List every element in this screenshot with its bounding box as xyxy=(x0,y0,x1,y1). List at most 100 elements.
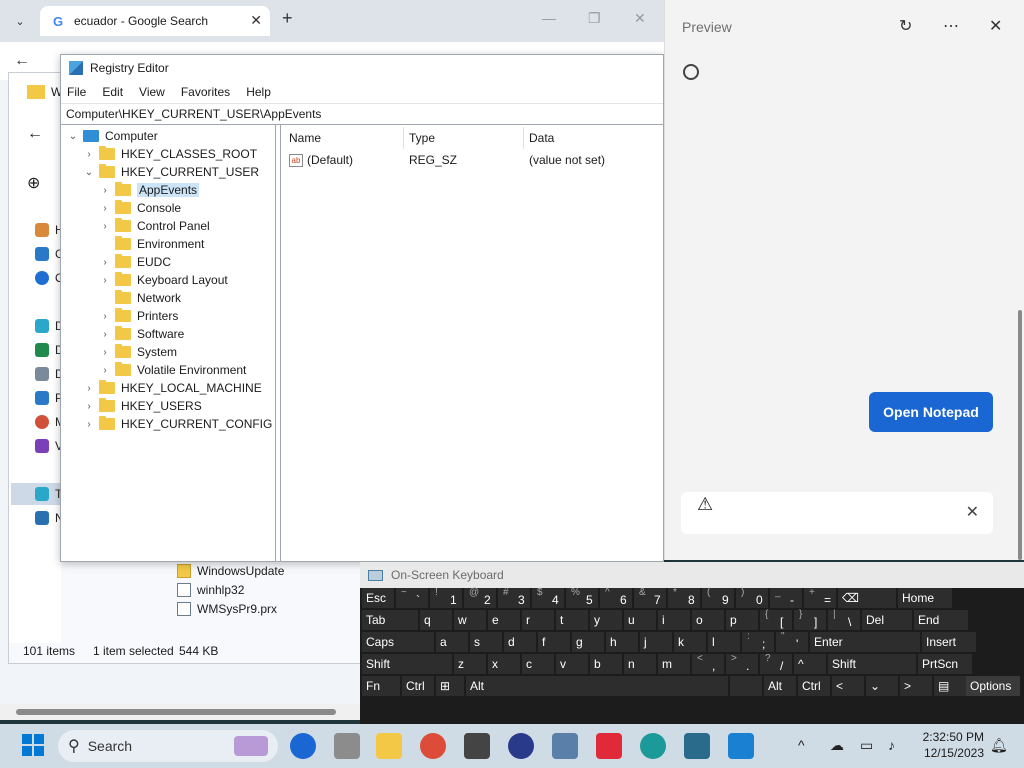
key-0-12[interactable]: _ - xyxy=(770,587,802,608)
table-row[interactable]: ab (Default) xyxy=(289,153,353,167)
tab-search-chevron-icon[interactable]: ⌄ xyxy=(8,10,32,32)
title-bar[interactable]: Registry Editor xyxy=(61,55,663,81)
key-4-7[interactable]: < xyxy=(832,676,864,696)
key-1-4[interactable]: r xyxy=(522,610,554,630)
yandex-icon[interactable] xyxy=(596,733,622,759)
key-0-5[interactable]: $4 xyxy=(532,587,564,608)
horizontal-scrollbar[interactable] xyxy=(0,704,360,720)
windows-start-icon[interactable] xyxy=(22,734,44,756)
key-2-2[interactable]: s xyxy=(470,632,502,652)
cloud-icon[interactable]: ☁ xyxy=(830,737,844,754)
list-item[interactable]: WMSysPr9.prx xyxy=(177,599,377,618)
key-4-1[interactable]: Ctrl xyxy=(402,676,434,696)
menu-favorites[interactable]: Favorites xyxy=(181,85,230,99)
key-3-1[interactable]: z xyxy=(454,654,486,674)
chevron-right-icon[interactable]: › xyxy=(83,383,95,394)
key-1-12[interactable]: }] xyxy=(794,609,826,630)
column-header-type[interactable]: Type xyxy=(409,131,435,145)
address-bar[interactable]: Computer\HKEY_CURRENT_USER\AppEvents xyxy=(61,103,663,125)
osk-title-bar[interactable]: On-Screen Keyboard xyxy=(360,562,1024,588)
key-4-6[interactable]: Ctrl xyxy=(798,676,830,696)
key-0-9[interactable]: * 8 xyxy=(668,587,700,608)
tree-item-environment[interactable]: Environment xyxy=(99,235,204,253)
key-1-6[interactable]: y xyxy=(590,610,622,630)
edge-icon[interactable] xyxy=(640,733,666,759)
key-1-8[interactable]: i xyxy=(658,610,690,630)
tree-item-hklm[interactable]: › HKEY_LOCAL_MACHINE xyxy=(83,379,262,397)
chevron-right-icon[interactable]: › xyxy=(99,185,111,196)
key-2-8[interactable]: k xyxy=(674,632,706,652)
key-1-10[interactable]: p xyxy=(726,610,758,630)
chevron-right-icon[interactable]: › xyxy=(99,221,111,232)
chevron-right-icon[interactable]: › xyxy=(83,401,95,412)
key-2-0[interactable]: Caps xyxy=(362,632,434,652)
key-3-2[interactable]: x xyxy=(488,654,520,674)
key-1-14[interactable]: Del xyxy=(862,610,912,630)
key-0-14[interactable]: ⌫ xyxy=(838,588,896,608)
minimize-icon[interactable]: — xyxy=(542,10,556,26)
close-tab-icon[interactable]: ✕ xyxy=(250,12,262,29)
key-3-7[interactable]: m xyxy=(658,654,690,674)
scrollbar-thumb[interactable] xyxy=(1018,310,1022,560)
tree-item-hkcu[interactable]: ⌄ HKEY_CURRENT_USER xyxy=(83,163,259,181)
tree-item-appevents[interactable]: › AppEvents xyxy=(99,181,200,199)
chevron-right-icon[interactable]: › xyxy=(99,275,111,286)
key-3-6[interactable]: n xyxy=(624,654,656,674)
key-3-0[interactable]: Shift xyxy=(362,654,452,674)
volume-icon[interactable]: ♪ xyxy=(888,737,895,753)
key-2-7[interactable]: j xyxy=(640,632,672,652)
column-divider[interactable] xyxy=(523,127,524,149)
display-icon[interactable]: ▭ xyxy=(860,737,873,754)
list-item[interactable]: winhlp32 xyxy=(177,580,377,599)
key-3-3[interactable]: c xyxy=(522,654,554,674)
registry-editor-taskbar-icon[interactable] xyxy=(728,733,754,759)
key-0-10[interactable]: (9 xyxy=(702,587,734,608)
key-4-4[interactable] xyxy=(730,676,762,696)
key-1-15[interactable]: End xyxy=(914,610,968,630)
key-3-12[interactable]: Shift xyxy=(828,654,916,674)
file-explorer-icon[interactable] xyxy=(376,733,402,759)
chevron-right-icon[interactable]: › xyxy=(99,347,111,358)
key-0-0[interactable]: Esc xyxy=(362,588,394,608)
key-0-8[interactable]: & 7 xyxy=(634,587,666,608)
app-icon[interactable] xyxy=(552,733,578,759)
app-icon[interactable] xyxy=(290,733,316,759)
key-1-11[interactable]: {[ xyxy=(760,609,792,630)
key-0-11[interactable]: ) 0 xyxy=(736,587,768,608)
task-view-icon[interactable] xyxy=(334,733,360,759)
key-4-9[interactable]: > xyxy=(900,676,932,696)
chrome-tab[interactable]: G ecuador - Google Search ✕ xyxy=(40,6,270,36)
menu-file[interactable]: File xyxy=(67,85,86,99)
history-icon[interactable] xyxy=(683,64,699,80)
key-0-6[interactable]: % 5 xyxy=(566,587,598,608)
tree-item-computer[interactable]: ⌄ Computer xyxy=(67,127,158,145)
key-4-0[interactable]: Fn xyxy=(362,676,400,696)
chevron-up-icon[interactable]: ^ xyxy=(798,737,805,753)
key-1-0[interactable]: Tab xyxy=(362,610,418,630)
refresh-icon[interactable]: ↻ xyxy=(899,16,912,36)
key-0-7[interactable]: ^ 6 xyxy=(600,587,632,608)
list-item[interactable]: WindowsUpdate xyxy=(177,561,377,580)
key-1-9[interactable]: o xyxy=(692,610,724,630)
key-2-13[interactable]: Insert xyxy=(922,632,976,652)
key-2-3[interactable]: d xyxy=(504,632,536,652)
app-icon[interactable] xyxy=(464,733,490,759)
chevron-right-icon[interactable]: › xyxy=(99,329,111,340)
tree-item-hku[interactable]: › HKEY_USERS xyxy=(83,397,202,415)
scrollbar-thumb[interactable] xyxy=(16,709,336,715)
tree-item-console[interactable]: › Console xyxy=(99,199,181,217)
key-4-11[interactable]: Options xyxy=(966,676,1020,696)
tree-item-printers[interactable]: › Printers xyxy=(99,307,178,325)
column-header-data[interactable]: Data xyxy=(529,131,554,145)
chevron-right-icon[interactable]: › xyxy=(99,257,111,268)
app-icon[interactable] xyxy=(508,733,534,759)
key-4-5[interactable]: Alt xyxy=(764,676,796,696)
notification-bell-icon[interactable]: 🔔︎ xyxy=(990,737,1008,754)
key-4-8[interactable]: ⌄ xyxy=(866,676,898,696)
chevron-down-icon[interactable]: ⌄ xyxy=(67,131,79,142)
key-3-5[interactable]: b xyxy=(590,654,622,674)
key-2-11[interactable]: " ' xyxy=(776,631,808,652)
close-icon[interactable]: ✕ xyxy=(966,502,979,522)
address-path[interactable]: Computer\HKEY_CURRENT_USER\AppEvents xyxy=(66,107,321,121)
new-plus-icon[interactable]: ⊕ xyxy=(27,173,40,193)
